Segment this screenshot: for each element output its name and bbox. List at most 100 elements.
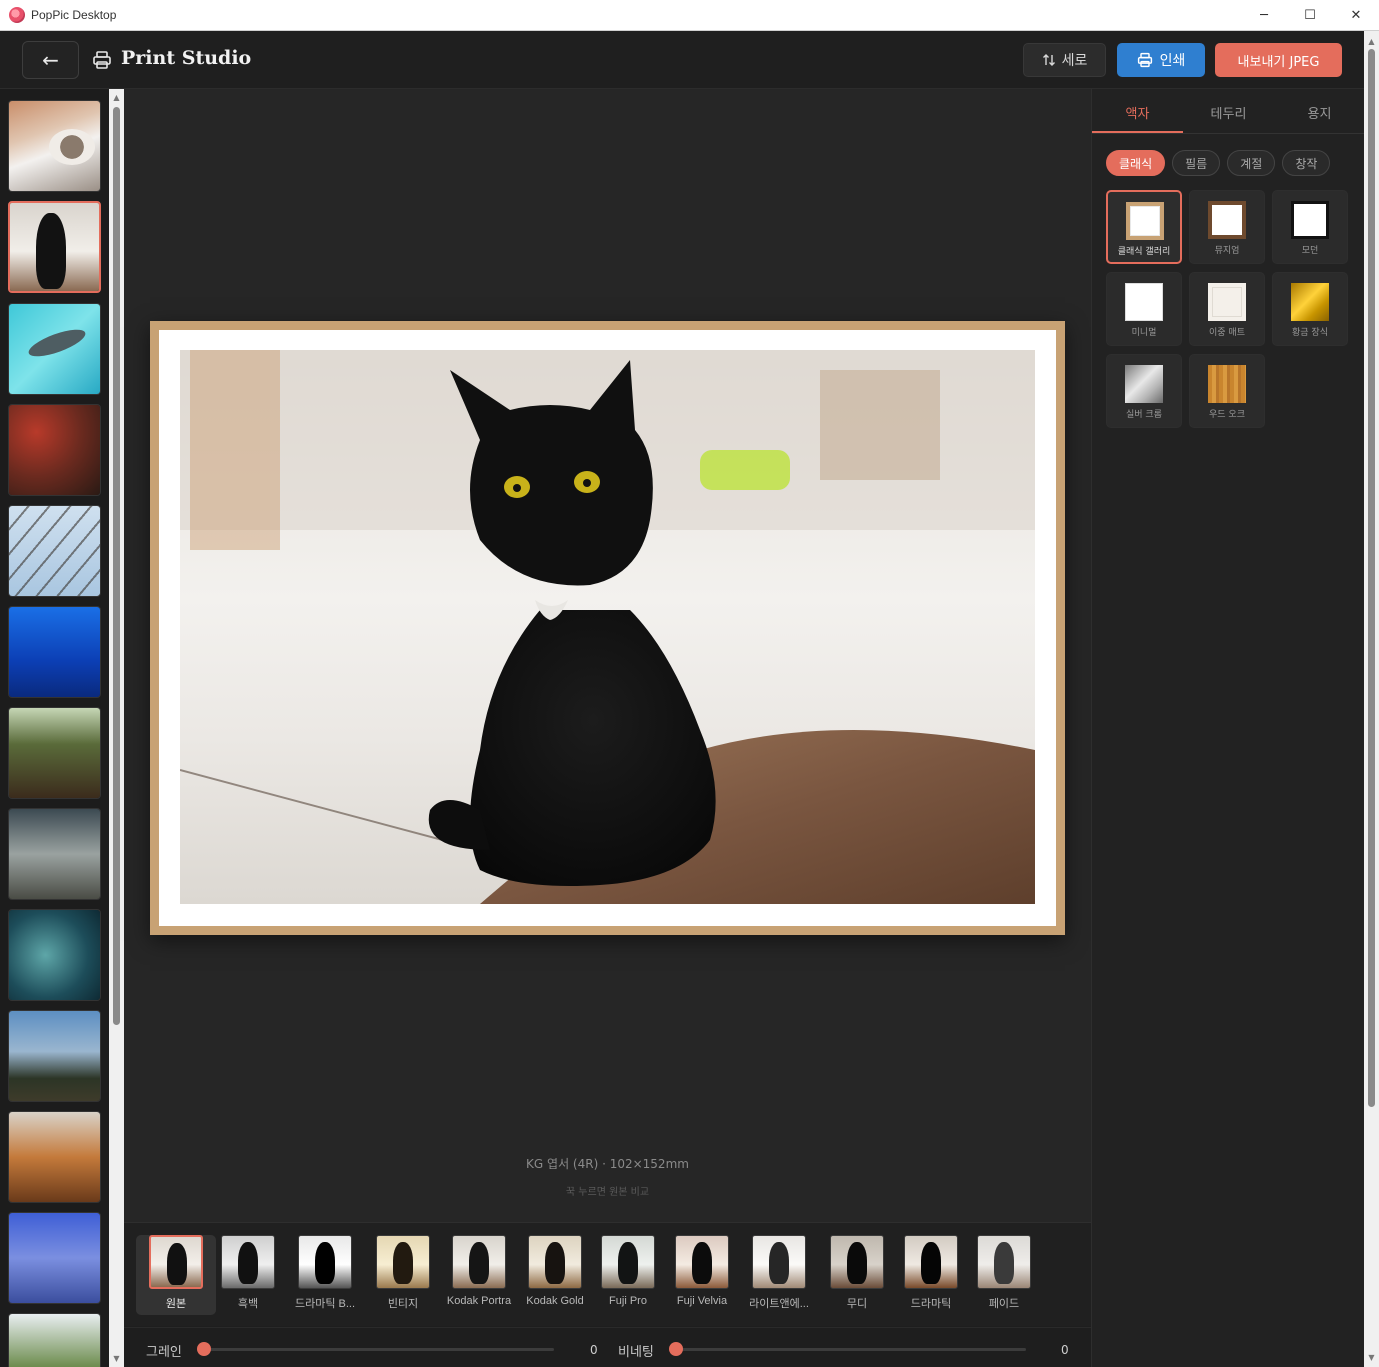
thumbnail-blue-rocks[interactable]	[8, 1212, 101, 1304]
scroll-up-icon[interactable]: ▲	[112, 93, 121, 102]
photo-thumbnail-sidebar: ▲ ▼	[0, 89, 124, 1367]
black-cat-photo	[180, 350, 1035, 904]
filter-label: 라이트앤에...	[749, 1298, 809, 1310]
print-button[interactable]: 인쇄	[1117, 43, 1205, 77]
filter-dramatic-bw[interactable]: 드라마틱 B...	[285, 1235, 365, 1311]
frame-modern[interactable]: 모던	[1272, 190, 1348, 264]
frame-category-chips: 클래식 필름 계절 창작	[1106, 150, 1331, 176]
thumbnail-black-cat[interactable]	[8, 201, 101, 293]
scroll-down-icon[interactable]: ▼	[1367, 1353, 1376, 1362]
export-jpeg-button[interactable]: 내보내기 JPEG	[1215, 43, 1342, 77]
back-button[interactable]: ←	[22, 41, 79, 79]
scroll-down-icon[interactable]: ▼	[112, 1354, 121, 1363]
thumbnail-underwater-fish[interactable]	[8, 606, 101, 698]
filter-vintage[interactable]: 빈티지	[363, 1235, 443, 1311]
thumbnail-trees-bottom[interactable]	[8, 1313, 101, 1367]
frame-double-mat[interactable]: 이중 매트	[1189, 272, 1265, 346]
filter-preview	[601, 1235, 655, 1289]
frame-swatch	[1125, 283, 1163, 321]
thumbnail-bird-branches[interactable]	[8, 505, 101, 597]
grain-label: 그레인	[146, 1345, 182, 1360]
filter-fuji-velvia[interactable]: Fuji Velvia	[662, 1235, 742, 1307]
filter-label: 빈티지	[387, 1298, 419, 1310]
window-title: PopPic Desktop	[31, 8, 117, 22]
frame-label: 황금 장식	[1292, 328, 1328, 338]
filter-moody[interactable]: 무디	[817, 1235, 897, 1311]
printer-icon	[93, 51, 111, 69]
filter-preview	[376, 1235, 430, 1289]
filter-fuji-pro[interactable]: Fuji Pro	[588, 1235, 668, 1307]
minimize-button[interactable]: ─	[1241, 0, 1287, 31]
frame-mat	[159, 330, 1056, 926]
thumbnail-pine-forest[interactable]	[8, 1010, 101, 1102]
filter-light-and-airy[interactable]: 라이트앤에...	[739, 1235, 819, 1311]
grain-value: 0	[590, 1343, 598, 1357]
filter-preview	[221, 1235, 275, 1289]
orientation-button[interactable]: 세로	[1023, 43, 1106, 77]
frame-label: 미니멀	[1131, 328, 1157, 338]
filter-label: Kodak Gold	[526, 1295, 584, 1307]
filter-label: Fuji Pro	[609, 1295, 647, 1307]
frame-swatch	[1208, 283, 1246, 321]
thumbnail-forest[interactable]	[8, 707, 101, 799]
filter-fade[interactable]: 페이드	[964, 1235, 1044, 1311]
tab-border[interactable]: 테두리	[1183, 89, 1274, 133]
filter-preview	[528, 1235, 582, 1289]
filter-dramatic[interactable]: 드라마틱	[891, 1235, 971, 1311]
frame-label: 실버 크롬	[1126, 410, 1162, 420]
app-logo-icon	[9, 7, 25, 23]
framed-print-preview[interactable]	[150, 321, 1065, 935]
filter-label: Fuji Velvia	[676, 1295, 728, 1307]
sidebar-scrollbar[interactable]: ▲ ▼	[109, 89, 124, 1367]
thumbnail-shark-pool[interactable]	[8, 303, 101, 395]
vignette-slider-track[interactable]	[674, 1348, 1026, 1351]
chip-classic[interactable]: 클래식	[1106, 150, 1166, 176]
tab-paper[interactable]: 용지	[1274, 89, 1365, 133]
scroll-up-icon[interactable]: ▲	[1367, 37, 1376, 46]
grain-slider-knob[interactable]	[197, 1342, 211, 1356]
thumbnail-reef-fish[interactable]	[8, 909, 101, 1001]
options-tabs: 액자 테두리 용지	[1092, 89, 1365, 134]
filter-original[interactable]: 원본	[136, 1235, 216, 1315]
filter-kodak-gold[interactable]: Kodak Gold	[515, 1235, 595, 1307]
filter-preview	[977, 1235, 1031, 1289]
chip-film[interactable]: 필름	[1172, 150, 1221, 176]
filter-preview	[149, 1235, 203, 1289]
frame-swatch	[1208, 201, 1246, 239]
maximize-button[interactable]: ☐	[1287, 0, 1333, 31]
thumbnail-bird-twigs[interactable]	[8, 808, 101, 900]
print-label: 인쇄	[1159, 53, 1186, 69]
filter-bw[interactable]: 흑백	[208, 1235, 288, 1311]
chip-season[interactable]: 계절	[1227, 150, 1276, 176]
thumbnail-cat-sleeping[interactable]	[8, 100, 101, 192]
frame-label: 우드 오크	[1209, 410, 1245, 420]
frame-museum[interactable]: 뮤지엄	[1189, 190, 1265, 264]
compare-hint: 꾹 누르면 원본 비교	[565, 1187, 650, 1198]
filter-label: 드라마틱 B...	[294, 1298, 356, 1310]
filter-strip: 원본 흑백 드라마틱 B... 빈티지 Kodak Portra Kodak G…	[124, 1222, 1091, 1326]
window-scrollbar[interactable]: ▲ ▼	[1364, 31, 1379, 1367]
thumbnail-autumn-log[interactable]	[8, 404, 101, 496]
sidebar-scroll-thumb[interactable]	[113, 107, 120, 1025]
frame-options-panel: 액자 테두리 용지 클래식 필름 계절 창작 클래식 갤러리 뮤지엄 모던 미니…	[1091, 89, 1365, 1367]
filter-preview	[830, 1235, 884, 1289]
filter-preview	[298, 1235, 352, 1289]
window-controls: ─ ☐ ✕	[1241, 0, 1379, 31]
page-title: Print Studio	[121, 47, 252, 69]
orientation-label: 세로	[1061, 53, 1088, 69]
filter-kodak-portra[interactable]: Kodak Portra	[439, 1235, 519, 1307]
window-scroll-thumb[interactable]	[1368, 49, 1375, 1107]
tab-frame[interactable]: 액자	[1092, 89, 1183, 133]
app-header: ← Print Studio 세로 인쇄 내보내기 JPEG	[0, 31, 1379, 89]
frame-classic-gallery[interactable]: 클래식 갤러리	[1106, 190, 1182, 264]
close-button[interactable]: ✕	[1333, 0, 1379, 31]
grain-slider-track[interactable]	[202, 1348, 554, 1351]
frame-silver-chrome[interactable]: 실버 크롬	[1106, 354, 1182, 428]
vignette-slider-knob[interactable]	[669, 1342, 683, 1356]
chip-creative[interactable]: 창작	[1282, 150, 1331, 176]
frame-gold-ornate[interactable]: 황금 장식	[1272, 272, 1348, 346]
thumbnail-bird-orange[interactable]	[8, 1111, 101, 1203]
paper-size-info: KG 엽서 (4R) · 102×152mm	[526, 1157, 689, 1171]
frame-wood-oak[interactable]: 우드 오크	[1189, 354, 1265, 428]
frame-minimal[interactable]: 미니멀	[1106, 272, 1182, 346]
